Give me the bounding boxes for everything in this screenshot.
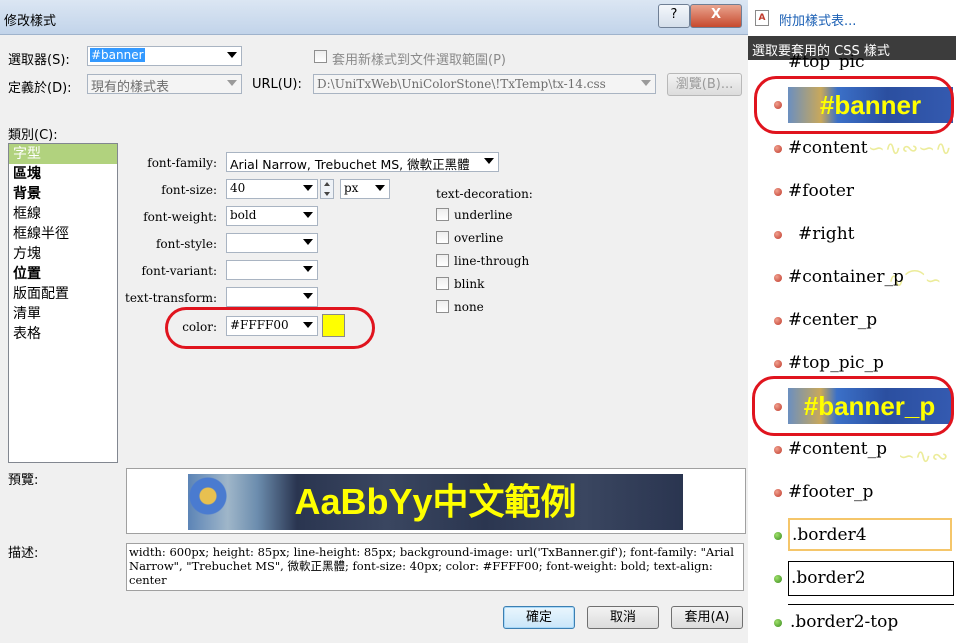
dialog-title: 修改樣式 <box>4 14 57 29</box>
style-item-right[interactable]: #right <box>798 224 854 244</box>
close-button[interactable]: X <box>690 4 742 28</box>
style-dot-icon <box>774 145 782 153</box>
font-size-dropdown[interactable]: 40 <box>226 179 318 199</box>
font-weight-value: bold <box>230 208 257 222</box>
panel-toolbar: A 附加樣式表... <box>748 0 956 36</box>
none-label: none <box>454 300 484 314</box>
style-dot-icon <box>774 231 782 239</box>
decor-doodle: ∽∿∾ <box>898 444 949 468</box>
cancel-button[interactable]: 取消 <box>587 606 659 629</box>
style-item-container-p[interactable]: #container_p <box>788 267 904 287</box>
blink-label: blink <box>454 277 485 291</box>
overline-checkbox[interactable] <box>436 231 449 244</box>
style-item-footer[interactable]: #footer <box>788 181 854 201</box>
spin-up-icon[interactable] <box>324 182 330 186</box>
apply-styles-panel: A 附加樣式表... 選取要套用的 CSS 樣式 ∽∿∾∽∿ ∿⌒∽ ∽∿∾ #… <box>748 0 956 643</box>
preview-label: 預覽: <box>8 473 39 488</box>
chevron-down-icon <box>227 52 237 58</box>
preview-banner: AaBbYy中文範例 <box>188 474 683 530</box>
description-label: 描述: <box>8 546 39 561</box>
style-dot-icon <box>774 317 782 325</box>
style-item-top-pic-p[interactable]: #top_pic_p <box>788 353 884 373</box>
font-size-value: 40 <box>230 181 246 195</box>
style-dot-icon <box>774 274 782 282</box>
font-variant-dropdown[interactable] <box>226 260 318 280</box>
chevron-down-icon <box>303 266 313 272</box>
style-dot-icon <box>774 619 782 627</box>
style-dot-icon <box>774 532 782 540</box>
text-decoration-label: text-decoration: <box>436 187 533 201</box>
chevron-down-icon <box>641 80 651 86</box>
font-weight-dropdown[interactable]: bold <box>226 206 318 226</box>
banner-highlight-ring <box>754 76 954 134</box>
chevron-down-icon <box>303 185 313 191</box>
overline-label: overline <box>454 231 504 245</box>
chevron-down-icon <box>303 239 313 245</box>
text-transform-dropdown[interactable] <box>226 287 318 307</box>
chevron-down-icon <box>303 293 313 299</box>
title-bar: 修改樣式 ? X <box>0 0 748 35</box>
style-item-footer-p[interactable]: #footer_p <box>788 482 873 502</box>
none-checkbox[interactable] <box>436 300 449 313</box>
selector-dropdown[interactable]: #banner <box>87 46 242 66</box>
modify-style-dialog: 修改樣式 ? X 選取器(S): #banner 套用新樣式到文件選取範圍(P)… <box>0 0 748 643</box>
font-style-dropdown[interactable] <box>226 233 318 253</box>
text-transform-label: text-transform: <box>125 291 217 305</box>
line-through-label: line-through <box>454 254 530 268</box>
chevron-down-icon <box>303 212 313 218</box>
font-size-label: font-size: <box>161 183 217 197</box>
font-size-unit-dropdown[interactable]: px <box>340 179 390 199</box>
ok-button[interactable]: 確定 <box>503 606 575 629</box>
define-in-value: 現有的樣式表 <box>91 80 170 95</box>
apply-button[interactable]: 套用(A) <box>671 606 743 629</box>
style-item-border2-top[interactable]: .border2-top <box>788 604 954 634</box>
define-in-dropdown[interactable]: 現有的樣式表 <box>87 74 242 95</box>
font-family-label: font-family: <box>147 156 217 170</box>
style-item-top-pic[interactable]: #top_pic <box>788 52 865 70</box>
style-dot-icon <box>774 446 782 454</box>
blink-checkbox[interactable] <box>436 277 449 290</box>
style-item-content-p[interactable]: #content_p <box>788 439 887 459</box>
apply-new-style-label: 套用新樣式到文件選取範圍(P) <box>332 53 506 68</box>
selector-label: 選取器(S): <box>8 53 70 68</box>
chevron-down-icon <box>484 158 494 164</box>
line-through-checkbox[interactable] <box>436 254 449 267</box>
description-box: width: 600px; height: 85px; line-height:… <box>126 543 744 591</box>
font-variant-label: font-variant: <box>141 264 217 278</box>
font-family-dropdown[interactable]: Arial Narrow, Trebuchet MS, 微軟正黑體 <box>226 152 499 172</box>
style-dot-icon <box>774 188 782 196</box>
chevron-down-icon <box>375 185 385 191</box>
style-item-content[interactable]: #content <box>788 138 868 158</box>
font-size-unit-value: px <box>344 181 359 195</box>
attach-stylesheet-icon: A <box>755 10 769 26</box>
browse-button[interactable]: 瀏覽(B)... <box>667 73 742 96</box>
style-dot-icon <box>774 575 782 583</box>
style-item-border4[interactable]: .border4 <box>788 518 952 551</box>
font-style-label: font-style: <box>155 237 217 251</box>
help-button[interactable]: ? <box>658 4 690 28</box>
category-label: 類別(C): <box>8 128 58 143</box>
url-value: D:\UniTxWeb\UniColorStone\!TxTemp\tx-14.… <box>317 77 606 91</box>
spin-down-icon[interactable] <box>324 192 330 196</box>
font-family-value: Arial Narrow, Trebuchet MS, 微軟正黑體 <box>230 157 470 172</box>
selector-value: #banner <box>90 48 145 62</box>
underline-label: underline <box>454 208 513 222</box>
preview-pane: AaBbYy中文範例 <box>126 468 746 534</box>
font-weight-label: font-weight: <box>143 210 217 224</box>
style-item-center-p[interactable]: #center_p <box>788 310 877 330</box>
banner-p-highlight-ring <box>752 376 954 436</box>
attach-stylesheet-link[interactable]: 附加樣式表... <box>779 10 856 29</box>
underline-checkbox[interactable] <box>436 208 449 221</box>
style-dot-icon <box>774 360 782 368</box>
style-dot-icon <box>774 489 782 497</box>
color-highlight-ring <box>165 307 375 349</box>
url-dropdown[interactable]: D:\UniTxWeb\UniColorStone\!TxTemp\tx-14.… <box>313 74 656 94</box>
apply-new-style-checkbox[interactable] <box>314 50 327 63</box>
chevron-down-icon <box>227 80 237 86</box>
font-size-spinner[interactable] <box>320 179 334 199</box>
style-item-border2[interactable]: .border2 <box>788 561 954 596</box>
url-label: URL(U): <box>252 77 302 92</box>
decor-doodle: ∽∿∾∽∿ <box>868 136 952 160</box>
define-in-label: 定義於(D): <box>8 81 72 96</box>
